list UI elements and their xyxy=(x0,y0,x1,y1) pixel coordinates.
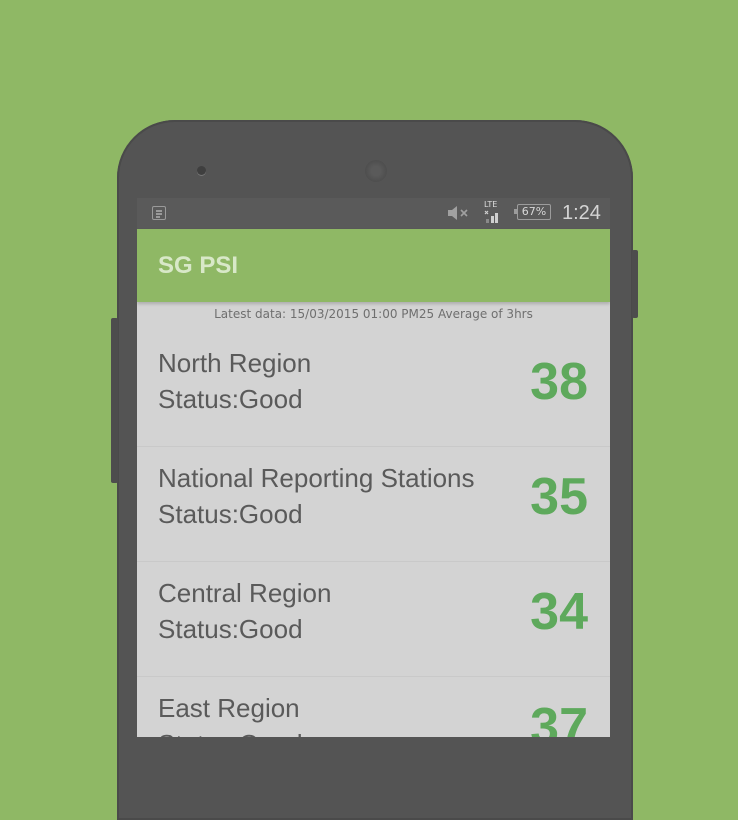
status-clock: 1:24 xyxy=(562,202,601,224)
power-button xyxy=(632,250,638,318)
battery-level: 67% xyxy=(521,205,547,218)
list-item-national[interactable]: National Reporting Stations Status:Good … xyxy=(137,447,610,562)
app-bar: SG PSI xyxy=(137,229,610,302)
latest-data-text: Latest data: 15/03/2015 01:00 PM25 Avera… xyxy=(214,307,533,321)
list-item-north[interactable]: North Region Status:Good 38 xyxy=(137,332,610,447)
lte-signal-icon: LTE xyxy=(481,200,503,224)
region-status: Status:Good xyxy=(158,727,303,737)
volume-button xyxy=(111,318,118,483)
front-camera xyxy=(197,166,206,175)
region-name: North Region xyxy=(158,348,312,378)
list-item-central[interactable]: Central Region Status:Good 34 xyxy=(137,562,610,677)
phone-screen: LTE 67% 1:24 SG PSI Latest data: 15/03/2… xyxy=(137,198,610,737)
status-bar: LTE 67% 1:24 xyxy=(137,198,610,229)
psi-value: 38 xyxy=(530,353,588,411)
region-status: Status:Good xyxy=(158,499,303,529)
region-name: East Region xyxy=(158,693,300,723)
list-item-east[interactable]: East Region Status:Good 37 xyxy=(137,677,610,737)
psi-value: 34 xyxy=(530,583,588,641)
psi-value: 37 xyxy=(530,698,588,737)
psi-value: 35 xyxy=(530,468,588,526)
region-status: Status:Good xyxy=(158,384,303,414)
mute-icon xyxy=(448,206,468,220)
battery-icon: 67% xyxy=(514,204,551,220)
app-title: SG PSI xyxy=(158,252,239,279)
region-name: Central Region xyxy=(158,578,332,608)
region-status: Status:Good xyxy=(158,614,303,644)
earpiece-speaker xyxy=(365,160,387,182)
region-name: National Reporting Stations xyxy=(158,463,475,493)
notification-list-icon xyxy=(152,206,166,220)
region-list: North Region Status:Good 38 National Rep… xyxy=(137,332,610,737)
